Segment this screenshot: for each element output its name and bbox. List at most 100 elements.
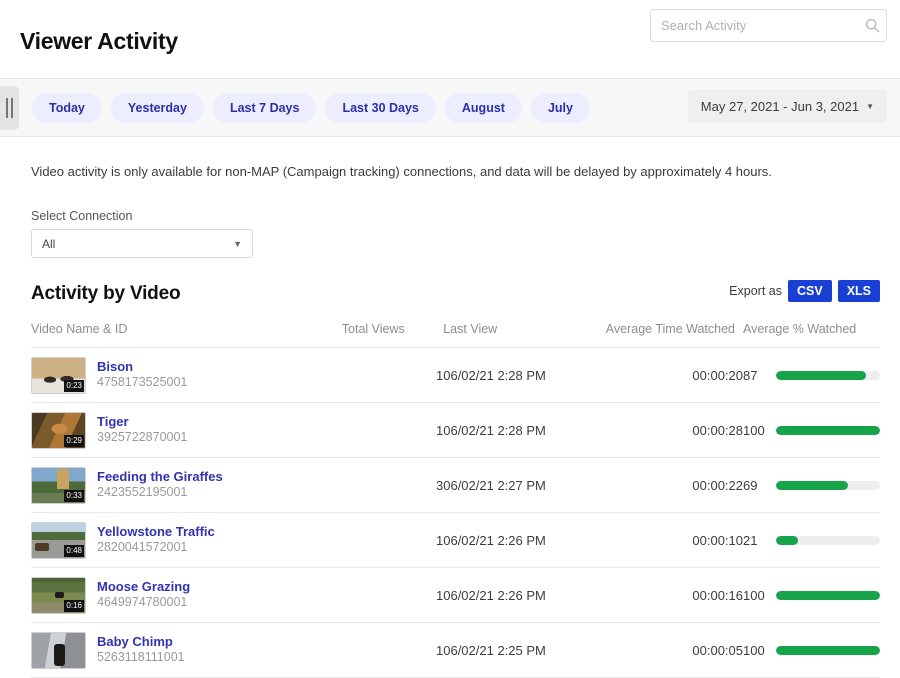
date-range-label: May 27, 2021 - Jun 3, 2021 [701, 99, 859, 114]
cell-avg-time-watched: 00:00:16 [606, 568, 743, 623]
export-csv-button[interactable]: CSV [788, 280, 832, 302]
percent-watched-bar-track [776, 371, 880, 380]
drag-handle-icon[interactable] [0, 86, 19, 130]
cell-last-view: 06/02/21 2:26 PM [443, 513, 606, 568]
percent-watched-value: 21 [743, 533, 767, 548]
column-header-total-views[interactable]: Total Views [342, 316, 443, 348]
percent-watched-bar-track [776, 426, 880, 435]
video-thumbnail[interactable]: 0:16 [31, 577, 86, 614]
table-header: Video Name & ID Total Views Last View Av… [31, 316, 880, 348]
main-content: Video activity is only available for non… [0, 137, 900, 678]
video-thumbnail[interactable]: 0:29 [31, 412, 86, 449]
percent-watched-bar-track [776, 481, 880, 490]
table-header-row: Video Name & ID Total Views Last View Av… [31, 316, 880, 348]
video-thumbnail[interactable]: 0:48 [31, 522, 86, 559]
video-id: 2820041572001 [97, 541, 215, 555]
cell-avg-time-watched: 00:00:20 [606, 348, 743, 403]
percent-watched-value: 100 [743, 643, 767, 658]
percent-watched-value: 69 [743, 478, 767, 493]
cell-total-views: 1 [342, 513, 443, 568]
cell-avg-time-watched: 00:00:22 [606, 458, 743, 513]
quick-range-chips: Today Yesterday Last 7 Days Last 30 Days… [32, 93, 590, 123]
export-xls-button[interactable]: XLS [838, 280, 880, 302]
video-name-link[interactable]: Tiger [97, 415, 187, 429]
table-row[interactable]: 0:33Feeding the Giraffes2423552195001306… [31, 458, 880, 513]
video-name-link[interactable]: Bison [97, 360, 187, 374]
cell-avg-time-watched: 00:00:05 [606, 623, 743, 678]
export-label: Export as [729, 284, 782, 298]
column-header-avg-percent[interactable]: Average % Watched [743, 316, 880, 348]
cell-last-view: 06/02/21 2:28 PM [443, 348, 606, 403]
video-name-link[interactable]: Baby Chimp [97, 635, 185, 649]
table-row[interactable]: Baby Chimp5263118111001106/02/21 2:25 PM… [31, 623, 880, 678]
video-meta: Yellowstone Traffic 2820041572001 [97, 525, 215, 555]
search-icon[interactable] [858, 18, 886, 33]
column-header-video-name[interactable]: Video Name & ID [31, 316, 342, 348]
connection-select[interactable]: All ▼ [31, 229, 253, 258]
date-filter-bar: Today Yesterday Last 7 Days Last 30 Days… [0, 79, 900, 137]
percent-watched-bar-fill [776, 536, 798, 545]
percent-watched-cell: 21 [743, 533, 880, 548]
video-thumbnail[interactable]: 0:23 [31, 357, 86, 394]
chip-last-30-days[interactable]: Last 30 Days [325, 93, 435, 123]
video-name-link[interactable]: Yellowstone Traffic [97, 525, 215, 539]
section-title: Activity by Video [31, 283, 180, 305]
duration-badge: 0:29 [64, 435, 84, 447]
table-row[interactable]: 0:29 Tiger3925722870001 106/02/21 2:28 PM0… [31, 403, 880, 458]
video-thumbnail[interactable] [31, 632, 86, 669]
table-body: 0:23Bison4758173525001106/02/21 2:28 PM0… [31, 348, 880, 678]
column-header-avg-time[interactable]: Average Time Watched [606, 316, 743, 348]
video-id: 4649974780001 [97, 596, 190, 610]
search-box[interactable] [650, 9, 887, 42]
cell-total-views: 1 [342, 348, 443, 403]
video-name-link[interactable]: Moose Grazing [97, 580, 190, 594]
chevron-down-icon: ▼ [233, 239, 242, 249]
activity-section-header: Activity by Video Export as CSV XLS [20, 258, 880, 305]
cell-last-view: 06/02/21 2:28 PM [443, 403, 606, 458]
cell-total-views: 1 [342, 403, 443, 458]
date-range-selector[interactable]: May 27, 2021 - Jun 3, 2021 ▼ [688, 90, 887, 123]
cell-last-view: 06/02/21 2:26 PM [443, 568, 606, 623]
connection-filter: Select Connection All ▼ [20, 179, 880, 258]
video-meta: Moose Grazing 4649974780001 [97, 580, 190, 610]
video-id: 4758173525001 [97, 376, 187, 390]
chip-last-7-days[interactable]: Last 7 Days [213, 93, 316, 123]
video-cell: 0:16 Moose Grazing 4649974780001 [31, 577, 342, 614]
export-controls: Export as CSV XLS [729, 280, 880, 305]
chip-yesterday[interactable]: Yesterday [111, 93, 204, 123]
video-meta: Tiger3925722870001 [97, 415, 187, 445]
video-meta: Baby Chimp5263118111001 [97, 635, 185, 665]
cell-total-views: 1 [342, 568, 443, 623]
table-row[interactable]: 0:48 Yellowstone Traffic 2820041572001 106/… [31, 513, 880, 568]
page-title: Viewer Activity [20, 28, 178, 55]
video-meta: Bison 4758173525001 [97, 360, 187, 390]
handle-bar [11, 98, 13, 118]
cell-total-views: 1 [342, 623, 443, 678]
table-row[interactable]: 0:16 Moose Grazing 4649974780001 106/02/21 … [31, 568, 880, 623]
percent-watched-cell: 69 [743, 478, 880, 493]
cell-avg-time-watched: 00:00:28 [606, 403, 743, 458]
video-name-link[interactable]: Feeding the Giraffes [97, 470, 223, 484]
video-thumbnail[interactable]: 0:33 [31, 467, 86, 504]
duration-badge: 0:48 [64, 545, 84, 557]
cell-total-views: 3 [342, 458, 443, 513]
chip-today[interactable]: Today [32, 93, 102, 123]
percent-watched-bar-track [776, 591, 880, 600]
table-row[interactable]: 0:23 Bison 4758173525001 106/02/21 2:28 PM0… [31, 348, 880, 403]
percent-watched-value: 100 [743, 423, 767, 438]
percent-watched-bar-track [776, 536, 880, 545]
percent-watched-value: 87 [743, 368, 767, 383]
percent-watched-value: 100 [743, 588, 767, 603]
percent-watched-cell: 87 [743, 368, 880, 383]
chevron-down-icon: ▼ [866, 102, 874, 111]
chip-july[interactable]: July [531, 93, 590, 123]
percent-watched-cell: 100 [743, 588, 880, 603]
activity-by-video-table: Video Name & ID Total Views Last View Av… [31, 316, 880, 678]
search-input[interactable] [651, 10, 858, 41]
column-header-last-view[interactable]: Last View [443, 316, 606, 348]
chip-august[interactable]: August [445, 93, 522, 123]
percent-watched-bar-track [776, 646, 880, 655]
connection-label: Select Connection [31, 209, 880, 223]
duration-badge: 0:33 [64, 490, 84, 502]
percent-watched-bar-fill [776, 481, 848, 490]
